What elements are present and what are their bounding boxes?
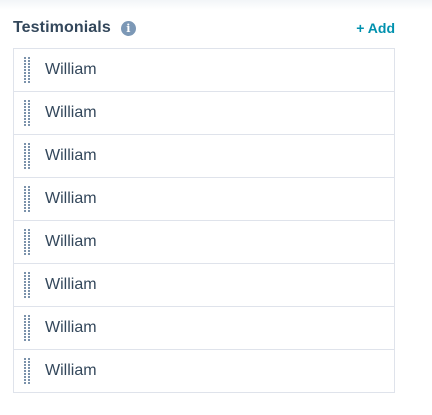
list-item-label: William: [45, 319, 97, 336]
list-item[interactable]: William: [14, 49, 394, 91]
list-item[interactable]: William: [14, 134, 394, 177]
section-title: Testimonials: [13, 19, 111, 36]
drag-handle-icon[interactable]: [24, 99, 32, 126]
list-item[interactable]: William: [14, 220, 394, 263]
testimonials-list: William William William William William …: [13, 48, 395, 393]
list-item-label: William: [45, 104, 97, 121]
list-item[interactable]: William: [14, 306, 394, 349]
list-item-label: William: [45, 276, 97, 293]
list-item-label: William: [45, 61, 97, 78]
list-item-label: William: [45, 190, 97, 207]
list-item-label: William: [45, 233, 97, 250]
drag-handle-icon[interactable]: [24, 56, 32, 83]
drag-handle-icon[interactable]: [24, 185, 32, 212]
testimonials-panel: Testimonials i + Add William William Wil…: [13, 14, 395, 393]
drag-handle-icon[interactable]: [24, 271, 32, 298]
drag-handle-icon[interactable]: [24, 314, 32, 341]
list-item-label: William: [45, 147, 97, 164]
list-item[interactable]: William: [14, 263, 394, 306]
list-item[interactable]: William: [14, 349, 394, 392]
top-shadow: [0, 0, 432, 10]
panel-header: Testimonials i + Add: [13, 14, 395, 42]
list-item-label: William: [45, 362, 97, 379]
drag-handle-icon[interactable]: [24, 228, 32, 255]
title-group: Testimonials i: [13, 19, 136, 37]
list-item[interactable]: William: [14, 91, 394, 134]
info-icon[interactable]: i: [120, 20, 136, 36]
drag-handle-icon[interactable]: [24, 357, 32, 384]
drag-handle-icon[interactable]: [24, 142, 32, 169]
list-item[interactable]: William: [14, 177, 394, 220]
add-button[interactable]: + Add: [356, 20, 395, 36]
